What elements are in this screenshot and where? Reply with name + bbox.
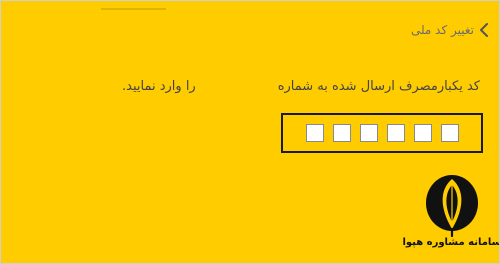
otp-message: کد یکبارمصرف ارسال شده به شماره را وارد … bbox=[1, 79, 499, 101]
otp-page: تغییر کد ملی کد یکبارمصرف ارسال شده به ش… bbox=[0, 0, 500, 264]
otp-digit-5[interactable] bbox=[413, 124, 432, 142]
otp-message-tail: را وارد نمایید. bbox=[122, 79, 196, 94]
otp-message-main: کد یکبارمصرف ارسال شده به شماره bbox=[277, 79, 480, 94]
otp-code-input-group bbox=[281, 113, 483, 153]
otp-digit-1[interactable] bbox=[305, 124, 324, 142]
chevron-left-icon bbox=[480, 23, 488, 37]
otp-digit-6[interactable] bbox=[440, 124, 459, 142]
otp-digit-4[interactable] bbox=[386, 124, 405, 142]
change-national-code-link[interactable]: تغییر کد ملی bbox=[411, 19, 489, 41]
otp-digit-3[interactable] bbox=[359, 124, 378, 142]
feather-quill-icon bbox=[426, 175, 478, 238]
logo: سامانه مشاوره هپوا bbox=[402, 173, 499, 261]
top-divider bbox=[101, 8, 166, 10]
back-link-label: تغییر کد ملی bbox=[410, 23, 474, 37]
logo-text: سامانه مشاوره هپوا bbox=[402, 237, 500, 248]
otp-digit-2[interactable] bbox=[332, 124, 351, 142]
